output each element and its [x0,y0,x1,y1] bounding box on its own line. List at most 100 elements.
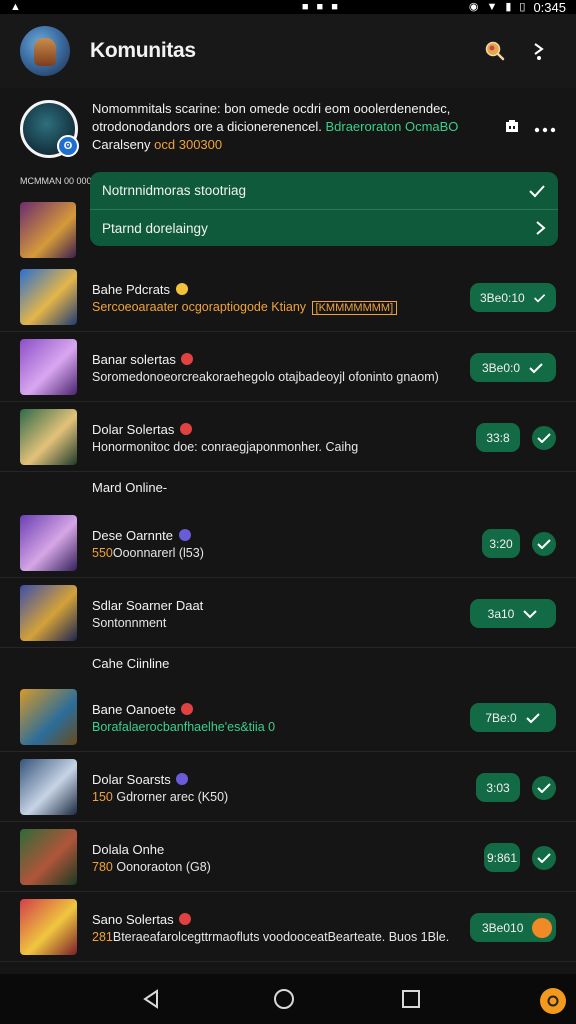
notification-icon-3: ■ [331,1,338,13]
pill-label: 3Be0:0 [481,360,521,375]
building-icon[interactable] [504,118,520,139]
pill-label: 3:20 [489,536,513,551]
status-pill[interactable]: 7Be:0 [470,703,556,732]
list-item[interactable]: Bane Oanoete Borafalaerocbanfhaelhe'es&t… [0,682,576,752]
emoji-icon [181,353,194,365]
list-item-title: Sano Solertas [92,912,174,927]
filter-dropdown-row: MCMMAN 00 0000 Notrnnidmoras stootriag P… [20,172,560,260]
pill-label: 7Be:0 [485,710,517,725]
filter-dropdown: Notrnnidmoras stootriag Ptarnd dorelaing… [90,172,558,246]
recents-icon[interactable] [400,988,422,1010]
list-item-subtitle: Bteraeafarolcegttrmaofluts voodooceatBea… [112,930,450,944]
list-item[interactable]: Dolala Onhe 780 Oonoraoton (G8) 9:861 [0,822,576,892]
signal-icon: ▮ [505,1,512,13]
pill-label: 3a10 [487,606,515,621]
more-options-icon[interactable] [522,34,556,68]
assistant-icon[interactable] [540,988,566,1014]
list-item[interactable]: Dese Oarnnte 550Ooonnarerl (l53) 3:20 [0,508,576,578]
list-item[interactable]: Bahe Pdcrats Sercoeoaraater ocgoraptiogo… [0,262,576,332]
vibrate-icon: ◉ [468,1,479,13]
wifi-icon: ▼ [486,1,498,13]
check-circle-icon[interactable] [532,426,556,450]
list-item-title: Sdlar Soarner Daat [92,598,204,613]
game-thumbnail[interactable] [20,202,76,258]
avatar [20,515,77,571]
check-circle-icon[interactable] [532,532,556,556]
section-header-online-2: Cahe Ciinline [92,656,170,671]
signal-warning-icon: ▲ [10,1,21,13]
notification-icon: ■ [301,1,309,13]
list-item-subtitle: Ooonnarerl (l53) [112,546,204,560]
back-icon[interactable] [140,988,162,1010]
list-item-count: 780 [92,860,113,874]
pill-label: 9:861 [486,850,518,865]
list-item-title: Dolar Solertas [92,422,175,437]
battery-icon: ▯ [519,1,526,13]
list-item-title: Bane Oanoete [92,702,176,717]
list-item-subtitle: Sontonnment [92,616,167,630]
list-item-subtitle: Oonoraoton (G8) [116,860,211,874]
avatar [20,689,77,745]
list-item-title: Dolar Soarsts [92,772,171,787]
check-icon [525,712,540,723]
system-nav-bar [0,974,576,1024]
pill-label: 3Be0:10 [480,290,525,305]
section-tag: MCMMAN 00 0000 [20,176,97,186]
dropdown-item-notifications[interactable]: Notrnnidmoras stootriag [90,172,558,209]
status-pill[interactable]: 3Be0:0 [470,353,556,382]
list-item-title: Banar solertas [92,352,176,367]
description-line-2: otrodonodandors ore a dicionerenencel. [92,119,322,134]
notification-icon-2: ■ [316,1,324,13]
list-item[interactable]: Banar solertas Soromedonoeorcreakoraeheg… [0,332,576,402]
clock: 0:345 [533,0,566,15]
chevron-right-icon [536,221,546,235]
community-description: Nomommitals scarine: bon omede ocdri eom… [92,100,504,154]
pill-label: 3:03 [486,780,510,795]
description-link[interactable]: Bdraeroraton OcmaBO [325,119,458,134]
status-bar: ▲ ■ ■ ■ ◉ ▼ ▮ ▯ 0:345 [0,0,576,15]
home-icon[interactable] [273,988,295,1010]
list-item-count: 550 [92,546,113,560]
page-title: Komunitas [90,39,196,62]
overflow-menu-icon[interactable] [534,120,556,138]
list-item-subtitle: Honormonitoc doe: conraegjaponmonher. Ca… [92,440,359,454]
pending-dot-icon [532,918,552,938]
user-avatar[interactable] [20,26,70,76]
emoji-icon [175,283,188,295]
list-item-title: Bahe Pdcrats [92,282,171,297]
list-item[interactable]: Dolar Soarsts 150 Gdrorner arec (K50) 3:… [0,752,576,822]
dropdown-item-label: Ptarnd dorelaingy [102,220,208,236]
emoji-icon [176,773,189,785]
emoji-icon [178,529,191,541]
chevron-down-icon [523,609,538,618]
status-pill[interactable]: 3:20 [482,529,520,558]
pill-label: 33:8 [486,430,510,445]
avatar [20,339,77,395]
list-item-title: Dese Oarnnte [92,528,173,543]
check-circle-icon[interactable] [532,846,556,870]
community-avatar[interactable]: ʘ [20,100,79,158]
avatar [20,585,77,641]
member-label: Caralseny [92,137,151,152]
list-item[interactable]: Sdlar Soarner Daat Sontonnment 3a10 [0,578,576,648]
status-pill[interactable]: 3:03 [476,773,520,802]
description-line-1: Nomommitals scarine: bon omede ocdri eom… [92,101,451,116]
check-icon [529,362,543,373]
list-item-subtitle: Gdrorner arec (K50) [116,790,229,804]
search-icon[interactable] [478,34,512,68]
verified-badge-icon: ʘ [57,135,79,157]
emoji-icon [180,423,192,435]
list-item[interactable]: Sano Solertas 281Bteraeafarolcegttrmaofl… [0,892,576,962]
status-pill[interactable]: 3a10 [470,599,556,628]
list-item-count: 281 [92,930,113,944]
avatar [20,409,77,465]
list-item[interactable]: Dolar Solertas Honormonitoc doe: conraeg… [0,402,576,472]
status-pill[interactable]: 3Be0:10 [470,283,556,312]
list-item-count: 150 [92,790,113,804]
check-circle-icon[interactable] [532,776,556,800]
list-item-title: Dolala Onhe [92,842,165,857]
status-pill[interactable]: 33:8 [476,423,520,452]
dropdown-item-friends[interactable]: Ptarnd dorelaingy [90,209,558,246]
status-pill[interactable]: 9:861 [484,843,520,872]
member-count: ocd 300300 [154,137,223,152]
